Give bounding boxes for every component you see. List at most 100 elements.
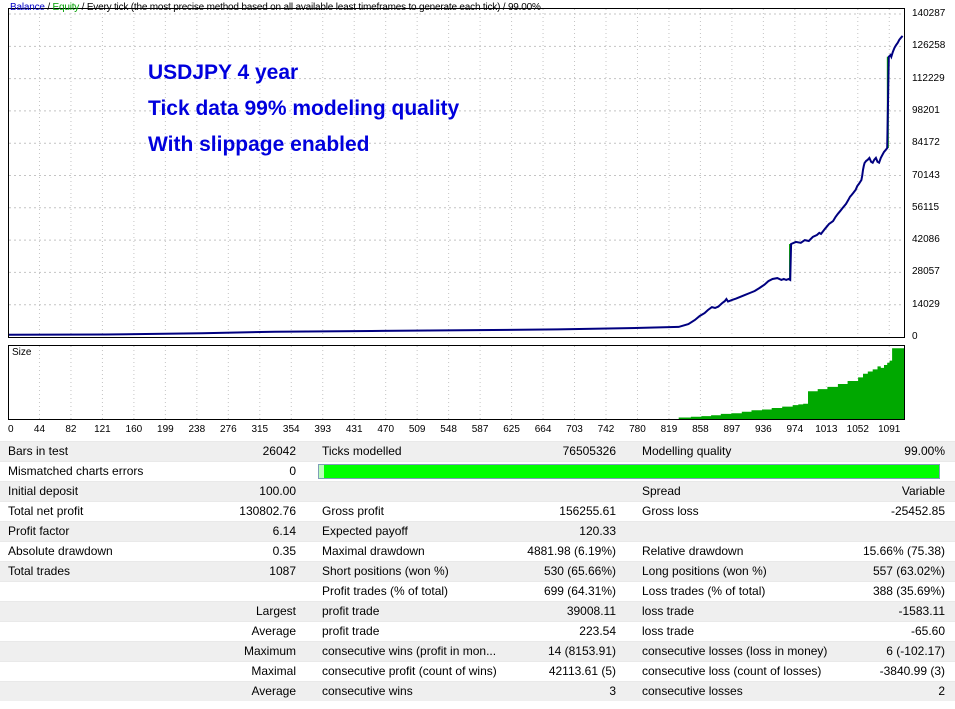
stat-label: Bars in test [8,442,68,462]
stat-value: Maximum [140,642,296,662]
stat-value: -3840.99 (3) [782,662,945,682]
x-axis-tick-label: 1091 [878,424,900,435]
stat-value: 223.54 [452,622,616,642]
table-row: Profit trades (% of total)699 (64.31%)Lo… [0,581,955,601]
y-axis-tick-label: 42086 [912,234,940,245]
x-axis-tick-label: 936 [755,424,772,435]
stat-value: 6.14 [140,522,296,542]
header-separator: / [45,2,53,13]
stat-label: Initial deposit [8,482,78,502]
stat-label: Absolute drawdown [8,542,113,562]
stat-value: 26042 [140,442,296,462]
stat-label: Maximal drawdown [322,542,425,562]
x-axis-tick-label: 276 [220,424,237,435]
table-row: Largest profit trade 39008.11 loss trade -15… [0,601,955,621]
y-axis-tick-label: 112229 [912,73,945,84]
stat-value: 130802.76 [140,502,296,522]
x-axis-tick-label: 742 [598,424,615,435]
modelling-quality-bar [318,464,940,479]
size-panel-label: Size [12,347,31,358]
table-row: Initial deposit100.00SpreadVariable [0,481,955,501]
stat-value: 100.00 [140,482,296,502]
x-axis-tick-label: 1013 [815,424,837,435]
stat-label: consecutive losses [642,682,743,702]
x-axis-tick-label: 897 [724,424,741,435]
stat-value: 530 (65.66%) [452,562,616,582]
y-axis-tick-label: 56115 [912,202,939,213]
stat-value: Average [140,622,296,642]
table-row: Mismatched charts errors0 [0,461,955,481]
x-axis-tick-label: 199 [157,424,174,435]
table-row: Profit factor6.14Expected payoff120.33 [0,521,955,541]
table-row: Absolute drawdown 0.35 Maximal drawdown 488… [0,541,955,561]
table-row: Averageconsecutive wins3consecutive loss… [0,681,955,701]
x-axis-tick-label: 548 [440,424,457,435]
stat-label: Profit factor [8,522,69,542]
x-axis-tick-label: 587 [472,424,489,435]
x-axis-tick-label: 44 [34,424,45,435]
stat-value: Maximal [140,662,296,682]
x-axis-tick-label: 509 [409,424,426,435]
stat-value: -1583.11 [782,602,945,622]
stat-label: Profit trades (% of total) [322,582,448,602]
stat-label: loss trade [642,622,694,642]
x-axis-tick-label: 858 [692,424,709,435]
stat-value: 0.35 [140,542,296,562]
x-axis-tick-label: 974 [786,424,803,435]
stat-value: 1087 [140,562,296,582]
stat-value: Largest [140,602,296,622]
trade-size-chart-panel[interactable] [8,345,905,420]
x-axis-tick-label: 703 [566,424,583,435]
stat-label: Modelling quality [642,442,731,462]
trade-size-graph [8,345,905,420]
stat-label: Relative drawdown [642,542,743,562]
y-axis-tick-label: 140287 [912,8,945,19]
y-axis-tick-label: 84172 [912,137,940,148]
stat-value: 42113.61 (5) [452,662,616,682]
stat-value: 14 (8153.91) [452,642,616,662]
table-row: Bars in test26042Ticks modelled76505326M… [0,441,955,461]
x-axis-tick-label: 238 [188,424,205,435]
stat-label: Loss trades (% of total) [642,582,765,602]
table-row: Averageprofit trade223.54loss trade-65.6… [0,621,955,641]
chart-annotation: USDJPY 4 year Tick data 99% modeling qua… [148,55,459,163]
y-axis-tick-label: 14029 [912,299,940,310]
report-header: Balance / Equity / Every tick (the most … [10,2,541,13]
stat-label: loss trade [642,602,694,622]
table-row: Total trades1087Short positions (won %)5… [0,561,955,581]
x-axis-tick-label: 121 [94,424,111,435]
stat-value: 557 (63.02%) [782,562,945,582]
x-axis-tick-label: 431 [346,424,363,435]
x-axis-tick-label: 0 [8,424,14,435]
stat-value: 39008.11 [452,602,616,622]
y-axis-tick-label: 126258 [912,40,945,51]
x-axis-tick-label: 819 [661,424,678,435]
size-bars [679,348,905,420]
stat-label: profit trade [322,622,379,642]
stat-label: profit trade [322,602,379,622]
stat-value: 156255.61 [452,502,616,522]
stat-label: Total trades [8,562,70,582]
stat-value: 120.33 [452,522,616,542]
y-axis-tick-label: 70143 [912,170,940,181]
stat-label: Gross profit [322,502,384,522]
stat-value: 0 [140,462,296,482]
x-axis-tick-label: 160 [126,424,143,435]
table-row: Maximumconsecutive wins (profit in mon..… [0,641,955,661]
modelling-quality-bar-sliver [319,465,324,478]
stat-value: 99.00% [782,442,945,462]
stat-value: -25452.85 [782,502,945,522]
stat-label: Total net profit [8,502,83,522]
x-axis-tick-label: 664 [535,424,552,435]
x-axis-tick-label: 470 [377,424,394,435]
header-method-text: / Every tick (the most precise method ba… [79,2,541,13]
y-axis-tick-label: 0 [912,331,918,342]
y-axis-tick-label: 98201 [912,105,940,116]
stat-value: 4881.98 (6.19%) [452,542,616,562]
x-axis-tick-label: 1052 [847,424,869,435]
x-axis-tick-label: 315 [251,424,268,435]
x-axis-tick-label: 625 [503,424,520,435]
stat-value: 15.66% (75.38) [782,542,945,562]
stat-label: Ticks modelled [322,442,402,462]
annotation-line-1: USDJPY 4 year [148,55,459,91]
